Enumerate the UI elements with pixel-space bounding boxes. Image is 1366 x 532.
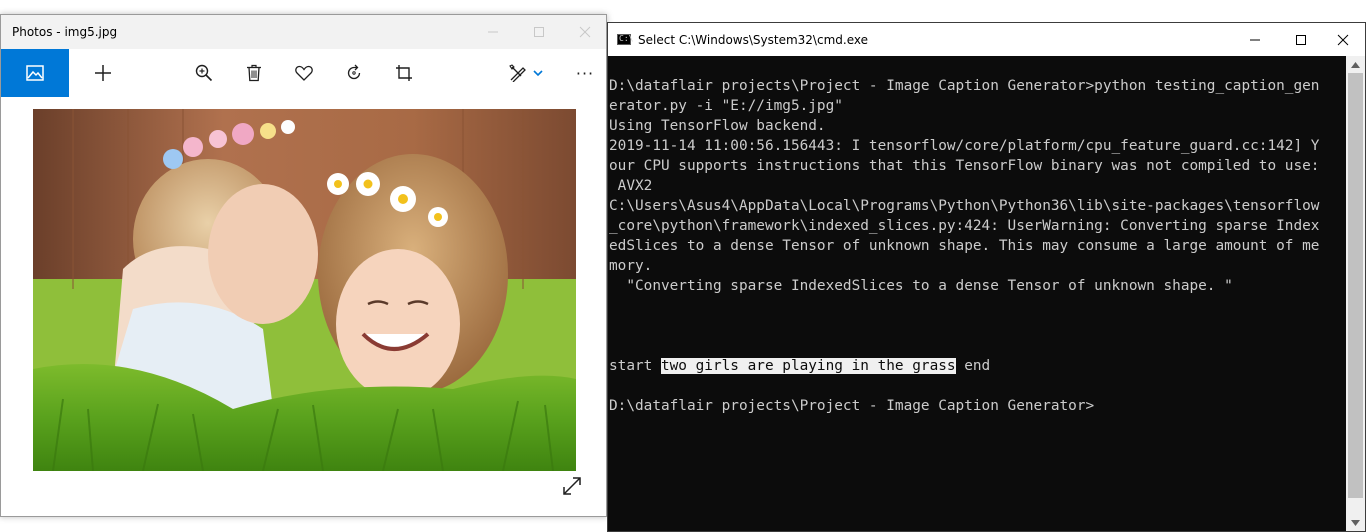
photos-close-button[interactable] [562,15,608,49]
console-line: "Converting sparse IndexedSlices to a de… [609,278,1233,294]
photos-titlebar[interactable]: Photos - img5.jpg [1,15,606,49]
console-line: AVX2 [609,178,653,194]
cmd-window-title: Select C:\Windows\System32\cmd.exe [638,33,868,47]
minimize-icon [1250,39,1260,41]
selected-caption-text[interactable]: two girls are playing in the grass [660,358,956,374]
cmd-minimize-button[interactable] [1232,23,1278,57]
console-output[interactable]: D:\dataflair projects\Project - Image Ca… [608,56,1346,531]
console-line: erator.py -i "E://img5.jpg" [609,98,843,114]
result-suffix: end [955,358,991,374]
heart-icon [295,65,313,81]
collection-button[interactable] [1,49,69,97]
maximize-icon [534,27,544,37]
console-line: _core\python\framework\indexed_slices.py… [609,218,1320,234]
result-prefix: start [609,358,661,374]
close-icon [1337,34,1349,46]
scroll-up-button[interactable] [1346,56,1365,73]
rotate-button[interactable] [332,49,376,97]
photos-minimize-button[interactable] [470,15,516,49]
zoom-in-icon [195,64,213,82]
cmd-close-button[interactable] [1320,23,1366,57]
console-line: edSlices to a dense Tensor of unknown sh… [609,238,1320,254]
terminal-icon-glyph: C:\ [619,34,634,43]
photos-window-title: Photos - img5.jpg [12,25,118,39]
photo-image[interactable] [33,109,576,471]
minimize-icon [488,31,498,33]
favorite-button[interactable] [282,49,326,97]
crop-icon [396,65,412,81]
photos-maximize-button[interactable] [516,15,562,49]
photos-window: Photos - img5.jpg ··· [0,14,607,517]
console-line: our CPU supports instructions that this … [609,158,1320,174]
delete-button[interactable] [232,49,276,97]
rotate-icon [347,64,361,80]
chevron-down-icon [1351,519,1360,526]
console-line: Using TensorFlow backend. [609,118,826,134]
console-line: D:\dataflair projects\Project - Image Ca… [609,78,1320,94]
console-line: C:\Users\Asus4\AppData\Local\Programs\Py… [609,198,1320,214]
trash-icon [247,64,261,82]
console-line: mory. [609,258,653,274]
terminal-icon: C:\ [617,34,634,45]
photo-two-girls-in-grass [33,109,576,471]
edit-create-button[interactable] [496,49,556,97]
image-icon [26,65,44,81]
console-line: 2019-11-14 11:00:56.156443: I tensorflow… [609,138,1320,154]
scroll-down-button[interactable] [1346,514,1365,531]
edit-create-icon [509,64,526,82]
plus-icon [95,65,111,81]
cmd-titlebar[interactable]: C:\ Select C:\Windows\System32\cmd.exe [608,23,1365,56]
fullscreen-button[interactable] [557,471,587,501]
maximize-icon [1296,35,1306,45]
chevron-down-icon [533,70,543,77]
scroll-thumb[interactable] [1348,73,1363,498]
chevron-up-icon [1351,61,1360,68]
cmd-window: C:\ Select C:\Windows\System32\cmd.exe D… [607,22,1366,532]
more-icon: ··· [575,63,595,83]
cmd-maximize-button[interactable] [1278,23,1324,57]
zoom-button[interactable] [182,49,226,97]
more-button[interactable]: ··· [563,49,607,97]
add-to-button[interactable] [81,49,125,97]
vertical-scrollbar[interactable] [1346,56,1365,531]
expand-icon [563,477,581,495]
command-prompt[interactable]: D:\dataflair projects\Project - Image Ca… [609,398,1094,414]
close-icon [579,26,591,38]
crop-button[interactable] [382,49,426,97]
photos-toolbar: ··· [1,49,606,97]
console-text: D:\dataflair projects\Project - Image Ca… [609,76,1319,416]
